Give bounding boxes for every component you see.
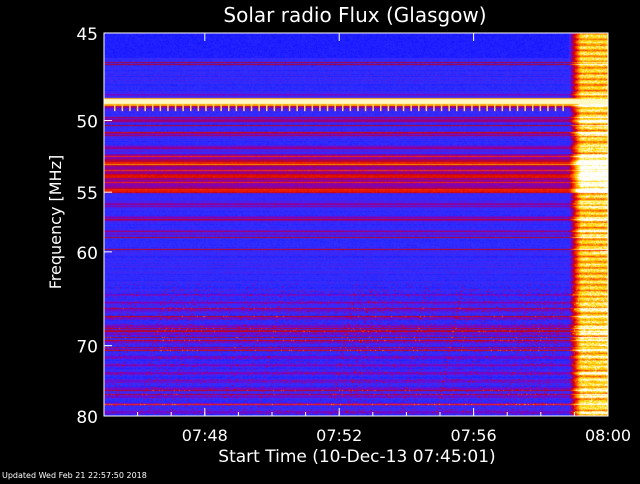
spectrogram-figure: Solar radio Flux (Glasgow) 45 50 55 60 70 80 0…	[0, 0, 640, 480]
band-comb-tick	[440, 104, 443, 112]
band-comb-tick	[402, 104, 405, 112]
band-comb-tick	[357, 104, 359, 112]
band-comb-tick	[235, 104, 238, 112]
x-tick-label: 07:56	[451, 426, 497, 445]
chart-title: Solar radio Flux (Glasgow)	[223, 3, 486, 27]
y-tick-label: 60	[76, 244, 98, 264]
band-comb-tick	[562, 104, 564, 112]
band-comb-tick	[380, 104, 382, 112]
band-comb-tick	[524, 104, 526, 112]
band-comb-tick	[554, 104, 557, 112]
band-comb-tick	[273, 104, 276, 112]
updated-timestamp: Updated Wed Feb 21 22:57:50 2018	[2, 471, 147, 480]
band-comb-tick	[129, 104, 131, 112]
spectrogram-svg: Solar radio Flux (Glasgow) 45 50 55 60 70 80 0…	[0, 0, 640, 480]
band-comb-tick	[144, 104, 146, 112]
band-comb-tick	[288, 104, 291, 112]
y-tick-label: 50	[76, 113, 98, 133]
y-tick-label: 55	[76, 184, 98, 204]
band-comb-tick	[349, 104, 352, 112]
band-comb-tick	[205, 104, 207, 112]
y-tick-label: 70	[76, 338, 98, 358]
band-comb-tick	[220, 104, 222, 112]
band-comb-tick	[243, 104, 245, 112]
plot-area	[104, 33, 608, 416]
x-tick-label: 07:48	[182, 426, 228, 445]
y-axis-label: Frequency [MHz]	[46, 155, 65, 289]
x-axis-label: Start Time (10-Dec-13 07:45:01)	[218, 447, 495, 467]
band-comb-tick	[478, 104, 481, 112]
y-tick-label: 45	[76, 25, 98, 45]
band-comb-tick	[319, 104, 321, 112]
band-comb-tick	[547, 104, 549, 112]
band-comb-tick	[494, 104, 496, 112]
band-comb-tick	[334, 104, 336, 112]
band-comb-tick	[433, 104, 435, 112]
band-comb-tick	[266, 104, 268, 112]
band-comb-tick	[486, 104, 488, 112]
band-comb-tick	[516, 104, 519, 112]
band-comb-tick	[121, 104, 124, 112]
band-comb-tick	[501, 104, 504, 112]
band-comb-tick	[136, 104, 139, 112]
x-tick-label: 07:52	[316, 426, 362, 445]
band-comb-tick	[463, 104, 466, 112]
band-comb-tick	[471, 104, 473, 112]
band-comb-tick	[152, 104, 154, 112]
y-tick-label: 80	[76, 408, 98, 428]
band-comb-tick	[364, 104, 367, 112]
band-comb-tick	[159, 104, 162, 112]
band-comb-tick	[410, 104, 412, 112]
band-comb-tick	[212, 104, 215, 112]
band-comb-tick	[448, 104, 450, 112]
band-comb-tick	[532, 104, 534, 112]
band-comb-tick	[197, 104, 200, 112]
band-comb-tick	[425, 104, 428, 112]
band-comb-tick	[456, 104, 458, 112]
band-comb-tick	[509, 104, 511, 112]
band-comb-tick	[395, 104, 397, 112]
band-comb-tick	[174, 104, 177, 112]
band-comb-tick	[296, 104, 298, 112]
band-comb-tick	[182, 104, 184, 112]
band-comb-tick	[311, 104, 314, 112]
band-comb-tick	[190, 104, 192, 112]
band-comb-tick	[539, 104, 542, 112]
band-comb-tick	[228, 104, 230, 112]
band-comb-tick	[304, 104, 306, 112]
band-comb-tick	[167, 104, 169, 112]
band-comb-tick	[250, 104, 253, 112]
band-comb-tick	[258, 104, 260, 112]
band-comb-tick	[281, 104, 283, 112]
band-comb-tick	[387, 104, 390, 112]
band-comb-tick	[372, 104, 374, 112]
band-comb-tick	[342, 104, 344, 112]
band-comb-tick	[326, 104, 329, 112]
band-comb-tick	[418, 104, 420, 112]
band-comb-tick	[114, 104, 116, 112]
spectrogram-image	[104, 33, 608, 416]
x-tick-label: 08:00	[585, 426, 631, 445]
